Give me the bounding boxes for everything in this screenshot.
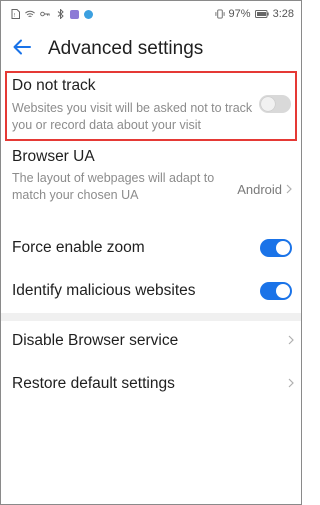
chevron-right-icon	[288, 332, 294, 350]
toggle-knob	[261, 97, 275, 111]
back-arrow-icon	[12, 39, 32, 60]
vibrate-icon	[215, 9, 225, 19]
battery-icon	[254, 9, 269, 19]
do-not-track-title: Do not track	[12, 77, 96, 94]
status-bar: ! 97% 3:28	[0, 0, 302, 28]
key-icon	[40, 9, 50, 19]
back-button[interactable]	[2, 28, 42, 70]
status-time: 3:28	[272, 8, 294, 20]
disable-service-title: Disable Browser service	[12, 332, 179, 349]
browser-ua-subtitle: The layout of webpages will adapt to mat…	[12, 171, 215, 202]
restore-defaults-row[interactable]: Restore default settings	[0, 362, 302, 406]
app-header: Advanced settings	[0, 28, 302, 70]
toggle-knob	[276, 284, 290, 298]
restore-defaults-title: Restore default settings	[12, 375, 175, 392]
battery-percent: 97%	[228, 8, 251, 20]
chevron-right-icon	[286, 182, 292, 197]
do-not-track-row[interactable]: Do not track Websites you visit will be …	[0, 70, 302, 140]
browser-ua-value: Android	[237, 182, 292, 197]
do-not-track-subtitle: Websites you visit will be asked not to …	[12, 101, 253, 132]
browser-badge-icon	[84, 9, 93, 19]
force-zoom-title: Force enable zoom	[12, 239, 145, 256]
malicious-sites-toggle[interactable]	[260, 282, 292, 300]
app-badge-icon	[70, 9, 79, 19]
browser-ua-row[interactable]: Browser UA The layout of webpages will a…	[0, 148, 302, 230]
bluetooth-icon	[55, 9, 65, 19]
svg-text:!: !	[13, 13, 15, 19]
force-zoom-row[interactable]: Force enable zoom	[0, 226, 302, 270]
browser-ua-title: Browser UA	[12, 148, 95, 165]
toggle-knob	[276, 241, 290, 255]
disable-service-row[interactable]: Disable Browser service	[0, 319, 302, 363]
malicious-sites-title: Identify malicious websites	[12, 282, 196, 299]
wifi-icon	[25, 9, 35, 19]
chevron-right-icon	[288, 375, 294, 393]
force-zoom-toggle[interactable]	[260, 239, 292, 257]
browser-ua-value-text: Android	[237, 182, 282, 197]
sim-icon: !	[10, 9, 20, 19]
do-not-track-toggle[interactable]	[259, 95, 291, 113]
page-title: Advanced settings	[48, 38, 204, 59]
malicious-sites-row[interactable]: Identify malicious websites	[0, 269, 302, 313]
